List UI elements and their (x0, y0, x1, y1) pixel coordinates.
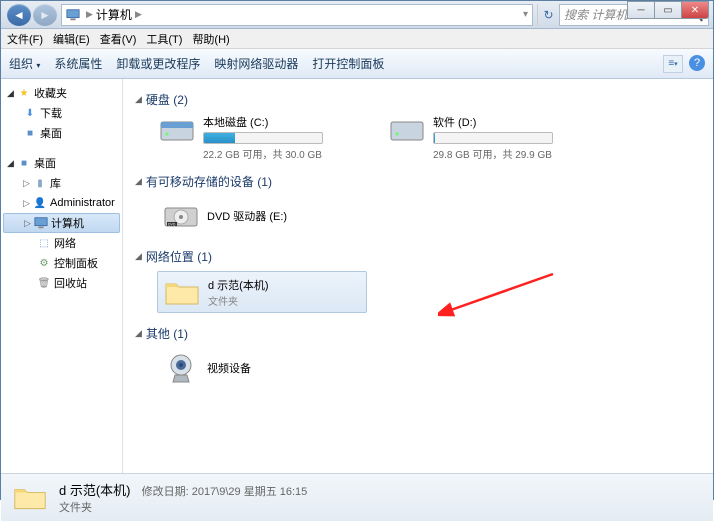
back-button[interactable]: ◄ (7, 4, 31, 26)
computer-icon (34, 216, 48, 230)
toolbar: 组织 ▾ 系统属性 卸载或更改程序 映射网络驱动器 打开控制面板 ≡ ▾ ? (1, 49, 713, 79)
library-icon: ▮ (33, 176, 47, 190)
star-icon: ★ (17, 86, 31, 100)
collapse-icon[interactable]: ◢ (7, 158, 17, 169)
sidebar: ◢ ★ 收藏夹 ⬇ 下载 ■ 桌面 ◢ ■ 桌面 ▷ ▮ 库 ▷ 👤 Admin… (1, 79, 123, 473)
status-type: 文件夹 (59, 499, 307, 515)
sidebar-desktop[interactable]: ◢ ■ 桌面 (1, 153, 122, 173)
toolbar-properties[interactable]: 系统属性 (54, 55, 102, 72)
sidebar-recycle[interactable]: 🗑 回收站 (1, 273, 122, 293)
window-controls: ─ ▭ ✕ (628, 1, 709, 19)
status-meta-label: 修改日期: (142, 486, 189, 498)
item-label: d 示范(本机) (208, 277, 269, 293)
collapse-icon: ◢ (135, 251, 142, 262)
breadcrumb[interactable]: ▶ 计算机 ▶ ▾ (61, 4, 533, 26)
help-button[interactable]: ? (689, 55, 705, 71)
drive-d[interactable]: 软件 (D:) 29.8 GB 可用，共 29.9 GB (387, 114, 597, 161)
status-meta-value: 2017\9\29 星期五 16:15 (192, 486, 308, 498)
network-folder[interactable]: d 示范(本机) 文件夹 (157, 271, 367, 313)
svg-text:DVD: DVD (168, 223, 176, 227)
toolbar-control-panel[interactable]: 打开控制面板 (312, 55, 384, 72)
hard-drive-icon (387, 114, 427, 146)
capacity-text: 22.2 GB 可用，共 30.0 GB (203, 146, 323, 161)
item-label: DVD 驱动器 (E:) (207, 208, 287, 224)
toolbar-map-drive[interactable]: 映射网络驱动器 (214, 55, 298, 72)
sidebar-libraries[interactable]: ▷ ▮ 库 (1, 173, 122, 193)
menu-help[interactable]: 帮助(H) (192, 31, 229, 47)
chevron-right-icon: ▶ (135, 9, 142, 20)
collapse-icon: ◢ (135, 328, 142, 339)
desktop-icon: ■ (17, 156, 31, 170)
menu-edit[interactable]: 编辑(E) (53, 31, 90, 47)
expand-icon[interactable]: ▷ (23, 178, 33, 189)
sidebar-desktop-fav[interactable]: ■ 桌面 (1, 123, 122, 143)
item-label: 视频设备 (207, 360, 251, 376)
capacity-bar (203, 132, 323, 144)
recycle-bin-icon: 🗑 (37, 276, 51, 290)
download-icon: ⬇ (23, 106, 37, 120)
chevron-right-icon: ▶ (86, 9, 93, 20)
menu-file[interactable]: 文件(F) (7, 31, 43, 47)
content-pane: ◢ 硬盘 (2) 本地磁盘 (C:) 22.2 GB 可用，共 30.0 GB (123, 79, 713, 473)
webcam-icon (161, 352, 201, 384)
desktop-icon: ■ (23, 126, 37, 140)
computer-icon (66, 8, 80, 22)
collapse-icon: ◢ (135, 94, 142, 105)
folder-icon (11, 482, 49, 514)
section-network-location[interactable]: ◢ 网络位置 (1) (135, 248, 701, 265)
menu-view[interactable]: 查看(V) (100, 31, 137, 47)
expand-icon[interactable]: ▷ (24, 218, 34, 229)
menubar: 文件(F) 编辑(E) 查看(V) 工具(T) 帮助(H) (1, 29, 713, 49)
toolbar-uninstall[interactable]: 卸载或更改程序 (116, 55, 200, 72)
hard-drive-icon (157, 114, 197, 146)
control-panel-icon: ⚙ (37, 256, 51, 270)
statusbar: d 示范(本机) 修改日期: 2017\9\29 星期五 16:15 文件夹 (1, 473, 713, 521)
collapse-icon[interactable]: ◢ (7, 88, 17, 99)
sidebar-computer[interactable]: ▷ 计算机 (3, 213, 120, 233)
breadcrumb-item[interactable]: 计算机 (96, 6, 132, 23)
sidebar-downloads[interactable]: ⬇ 下载 (1, 103, 122, 123)
collapse-icon: ◢ (135, 176, 142, 187)
annotation-arrow (438, 269, 558, 319)
maximize-button[interactable]: ▭ (654, 1, 682, 19)
sidebar-admin[interactable]: ▷ 👤 Administrator (1, 193, 122, 213)
drive-label: 本地磁盘 (C:) (203, 114, 323, 130)
minimize-button[interactable]: ─ (627, 1, 655, 19)
dvd-drive[interactable]: DVD DVD 驱动器 (E:) (157, 196, 367, 236)
capacity-text: 29.8 GB 可用，共 29.9 GB (433, 146, 553, 161)
section-hard-drives[interactable]: ◢ 硬盘 (2) (135, 91, 701, 108)
dropdown-icon[interactable]: ▾ (523, 9, 528, 20)
video-device[interactable]: 视频设备 (157, 348, 367, 388)
refresh-button[interactable]: ↻ (537, 4, 559, 26)
drive-label: 软件 (D:) (433, 114, 553, 130)
item-type: 文件夹 (208, 293, 269, 308)
user-icon: 👤 (33, 196, 47, 210)
sidebar-control-panel[interactable]: ⚙ 控制面板 (1, 253, 122, 273)
capacity-bar (433, 132, 553, 144)
folder-icon (162, 276, 202, 308)
status-item-name: d 示范(本机) (59, 483, 131, 498)
view-options-button[interactable]: ≡ ▾ (663, 55, 683, 73)
dvd-icon: DVD (161, 200, 201, 232)
toolbar-organize[interactable]: 组织 ▾ (9, 55, 40, 72)
forward-button[interactable]: ► (33, 4, 57, 26)
main-area: ◢ ★ 收藏夹 ⬇ 下载 ■ 桌面 ◢ ■ 桌面 ▷ ▮ 库 ▷ 👤 Admin… (1, 79, 713, 473)
sidebar-network[interactable]: ⬚ 网络 (1, 233, 122, 253)
close-button[interactable]: ✕ (681, 1, 709, 19)
search-placeholder: 搜索 计算机 (564, 6, 627, 23)
section-removable[interactable]: ◢ 有可移动存储的设备 (1) (135, 173, 701, 190)
network-icon: ⬚ (37, 236, 51, 250)
section-other[interactable]: ◢ 其他 (1) (135, 325, 701, 342)
sidebar-favorites[interactable]: ◢ ★ 收藏夹 (1, 83, 122, 103)
drive-c[interactable]: 本地磁盘 (C:) 22.2 GB 可用，共 30.0 GB (157, 114, 367, 161)
expand-icon[interactable]: ▷ (23, 198, 33, 209)
menu-tools[interactable]: 工具(T) (146, 31, 182, 47)
titlebar: ◄ ► ▶ 计算机 ▶ ▾ ↻ 搜索 计算机 🔍 (1, 1, 713, 29)
